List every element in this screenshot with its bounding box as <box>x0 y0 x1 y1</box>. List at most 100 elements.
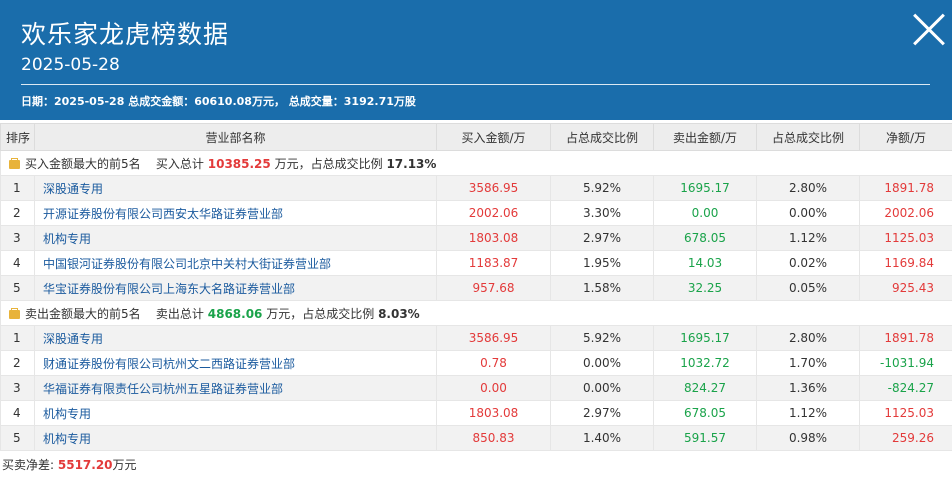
sell-amount-cell: 1695.17 <box>653 175 757 201</box>
buy-amount-cell: 3586.95 <box>436 325 551 351</box>
buy-total-suffix: 万元，占总成交比例 <box>274 156 383 171</box>
buy-total-pct: 17.13% <box>386 156 437 171</box>
net-amount-cell: 1125.03 <box>859 400 952 426</box>
sell-amount-cell: 1695.17 <box>653 325 757 351</box>
net-amount-cell: 2002.06 <box>859 200 952 226</box>
rank-cell: 5 <box>0 425 35 451</box>
col-header-sell-pct[interactable]: 占总成交比例 <box>756 123 860 151</box>
buy-pct-cell: 2.97% <box>550 225 654 251</box>
buy-amount-cell: 0.00 <box>436 375 551 401</box>
col-header-buy[interactable]: 买入金额/万 <box>436 123 551 151</box>
rank-cell: 2 <box>0 350 35 376</box>
sell-pct-cell: 0.00% <box>756 200 860 226</box>
sell-pct-cell: 1.36% <box>756 375 860 401</box>
net-difference: 买卖净差: 5517.20万元 <box>2 456 137 474</box>
buy-total-value: 10385.25 <box>207 156 271 171</box>
col-header-buy-pct[interactable]: 占总成交比例 <box>550 123 654 151</box>
table-row: 5 华宝证券股份有限公司上海东大名路证券营业部 957.68 1.58% 32.25 0.… <box>0 275 952 301</box>
buy-section-cell: 买入金额最大的前5名 买入总计 10385.25 万元，占总成交比例 17.13… <box>0 150 952 176</box>
sell-pct-cell: 1.70% <box>756 350 860 376</box>
table-header-row: 排序 营业部名称 买入金额/万 占总成交比例 卖出金额/万 占总成交比例 净额/… <box>0 123 952 151</box>
rank-cell: 3 <box>0 375 35 401</box>
buy-pct-cell: 0.00% <box>550 375 654 401</box>
branch-name-link[interactable]: 深股通专用 <box>34 325 437 351</box>
sell-amount-cell: 591.57 <box>653 425 757 451</box>
buy-pct-cell: 0.00% <box>550 350 654 376</box>
col-header-sell[interactable]: 卖出金额/万 <box>653 123 757 151</box>
briefcase-icon <box>9 307 20 319</box>
branch-name-link[interactable]: 华宝证券股份有限公司上海东大名路证券营业部 <box>34 275 437 301</box>
buy-amount-cell: 3586.95 <box>436 175 551 201</box>
branch-name-link[interactable]: 财通证券股份有限公司杭州文二西路证券营业部 <box>34 350 437 376</box>
sell-section-label: 卖出金额最大的前5名 <box>25 306 141 321</box>
sell-total-suffix: 万元，占总成交比例 <box>266 306 375 321</box>
table-row: 2 开源证券股份有限公司西安太华路证券营业部 2002.06 3.30% 0.00 0.0… <box>0 200 952 226</box>
buy-pct-cell: 1.95% <box>550 250 654 276</box>
rank-cell: 4 <box>0 250 35 276</box>
sell-amount-cell: 0.00 <box>653 200 757 226</box>
table-row: 3 机构专用 1803.08 2.97% 678.05 1.12% 1125.03 <box>0 225 952 251</box>
branch-name-link[interactable]: 机构专用 <box>34 425 437 451</box>
rank-cell: 1 <box>0 175 35 201</box>
branch-name-link[interactable]: 机构专用 <box>34 225 437 251</box>
net-amount-cell: 259.26 <box>859 425 952 451</box>
net-amount-cell: 1125.03 <box>859 225 952 251</box>
col-header-net[interactable]: 净额/万 <box>859 123 952 151</box>
buy-pct-cell: 5.92% <box>550 175 654 201</box>
rank-cell: 2 <box>0 200 35 226</box>
buy-pct-cell: 5.92% <box>550 325 654 351</box>
sell-pct-cell: 0.98% <box>756 425 860 451</box>
table-row: 5 机构专用 850.83 1.40% 591.57 0.98% 259.26 <box>0 425 952 451</box>
branch-name-link[interactable]: 深股通专用 <box>34 175 437 201</box>
header-banner: 欢乐家龙虎榜数据 2025-05-28 日期：2025-05-28 总成交金额：… <box>0 0 952 120</box>
sell-total-prefix: 卖出总计 <box>155 306 204 321</box>
buy-pct-cell: 2.97% <box>550 400 654 426</box>
close-icon[interactable] <box>912 12 946 46</box>
buy-amount-cell: 2002.06 <box>436 200 551 226</box>
table-row: 3 华福证券有限责任公司杭州五星路证券营业部 0.00 0.00% 824.27 1.36… <box>0 375 952 401</box>
sell-section-header: 卖出金额最大的前5名 卖出总计 4868.06 万元，占总成交比例 8.03% <box>0 300 952 326</box>
net-amount-cell: -824.27 <box>859 375 952 401</box>
sell-amount-cell: 678.05 <box>653 225 757 251</box>
sell-amount-cell: 824.27 <box>653 375 757 401</box>
buy-amount-cell: 957.68 <box>436 275 551 301</box>
branch-name-link[interactable]: 开源证券股份有限公司西安太华路证券营业部 <box>34 200 437 226</box>
table-row: 1 深股通专用 3586.95 5.92% 1695.17 2.80% 1891.78 <box>0 175 952 201</box>
sell-total-value: 4868.06 <box>207 306 263 321</box>
trade-summary: 日期：2025-05-28 总成交金额：60610.08万元， 总成交量：319… <box>21 95 416 108</box>
sell-pct-cell: 2.80% <box>756 325 860 351</box>
net-amount-cell: 1891.78 <box>859 175 952 201</box>
briefcase-icon <box>9 157 20 169</box>
net-amount-cell: 1891.78 <box>859 325 952 351</box>
net-diff-label: 买卖净差: <box>2 458 55 472</box>
branch-name-link[interactable]: 机构专用 <box>34 400 437 426</box>
buy-amount-cell: 0.78 <box>436 350 551 376</box>
header-date: 2025-05-28 <box>21 55 120 75</box>
page-title: 欢乐家龙虎榜数据 <box>21 20 230 49</box>
buy-pct-cell: 1.58% <box>550 275 654 301</box>
sell-section-cell: 卖出金额最大的前5名 卖出总计 4868.06 万元，占总成交比例 8.03% <box>0 300 952 326</box>
net-diff-value: 5517.20 <box>57 458 113 472</box>
col-header-rank[interactable]: 排序 <box>0 123 35 151</box>
net-amount-cell: 1169.84 <box>859 250 952 276</box>
rank-cell: 4 <box>0 400 35 426</box>
col-header-name[interactable]: 营业部名称 <box>34 123 437 151</box>
buy-amount-cell: 1803.08 <box>436 400 551 426</box>
net-amount-cell: 925.43 <box>859 275 952 301</box>
buy-pct-cell: 1.40% <box>550 425 654 451</box>
sell-amount-cell: 1032.72 <box>653 350 757 376</box>
buy-pct-cell: 3.30% <box>550 200 654 226</box>
sell-pct-cell: 0.05% <box>756 275 860 301</box>
sell-amount-cell: 32.25 <box>653 275 757 301</box>
buy-amount-cell: 850.83 <box>436 425 551 451</box>
table-row: 4 机构专用 1803.08 2.97% 678.05 1.12% 1125.03 <box>0 400 952 426</box>
dragon-tiger-table: 排序 营业部名称 买入金额/万 占总成交比例 卖出金额/万 占总成交比例 净额/… <box>0 123 952 451</box>
table-row: 4 中国银河证券股份有限公司北京中关村大街证券营业部 1183.87 1.95% 14.… <box>0 250 952 276</box>
rank-cell: 5 <box>0 275 35 301</box>
branch-name-link[interactable]: 华福证券有限责任公司杭州五星路证券营业部 <box>34 375 437 401</box>
sell-amount-cell: 678.05 <box>653 400 757 426</box>
buy-amount-cell: 1803.08 <box>436 225 551 251</box>
buy-amount-cell: 1183.87 <box>436 250 551 276</box>
branch-name-link[interactable]: 中国银河证券股份有限公司北京中关村大街证券营业部 <box>34 250 437 276</box>
sell-pct-cell: 2.80% <box>756 175 860 201</box>
